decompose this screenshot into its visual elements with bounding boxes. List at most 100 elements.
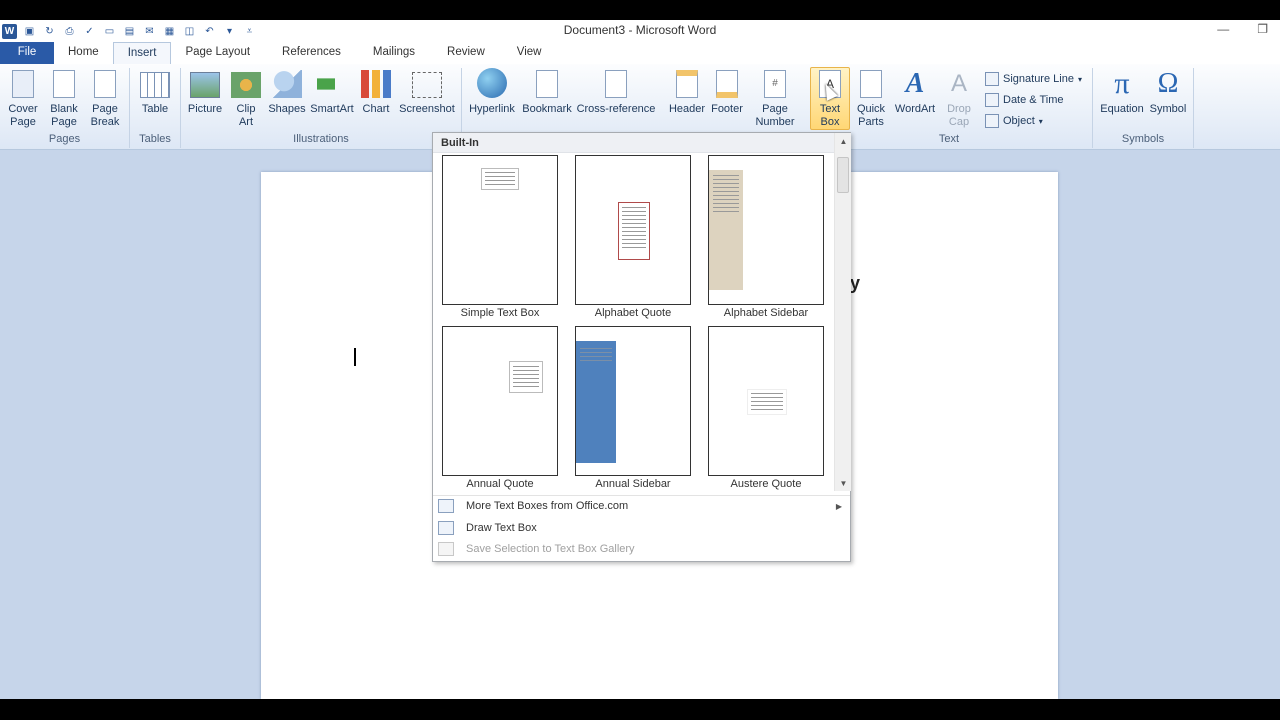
symbol-icon: Ω: [1157, 68, 1179, 99]
symbol-button[interactable]: Ω Symbol: [1148, 68, 1188, 116]
save-selection-menu-item[interactable]: Save Selection to Text Box Gallery: [433, 538, 850, 559]
scroll-up-icon[interactable]: ▲: [835, 133, 852, 149]
group-label-symbols: Symbols: [1121, 133, 1165, 145]
blank-page-icon: [53, 70, 75, 98]
gallery-item-label: Alphabet Sidebar: [723, 307, 809, 319]
smartart-button[interactable]: SmartArt: [309, 68, 355, 116]
blank-page-button[interactable]: Blank Page: [47, 68, 81, 129]
draw-text-box-menu-item[interactable]: Draw Text Box: [433, 517, 850, 538]
header-icon: [676, 70, 698, 98]
cross-reference-button[interactable]: Cross-reference: [576, 68, 656, 116]
quick-parts-button[interactable]: Quick Parts: [852, 68, 890, 129]
page-break-icon: [94, 70, 116, 98]
group-label-illustrations: Illustrations: [293, 133, 349, 145]
table-icon: [140, 72, 170, 98]
gallery-item-simple-text-box[interactable]: [442, 155, 558, 305]
gallery-item-label: Annual Sidebar: [595, 478, 671, 490]
shapes-icon: [272, 70, 302, 98]
smartart-icon: [317, 70, 347, 98]
title-bar: W ▣ ↻ ⎙ ✓ ▭ ▤ ✉ ▦ ◫ ↶ ▾ ⩡ Document3 - Mi…: [0, 20, 1280, 42]
drop-cap-icon: A: [950, 70, 967, 97]
tab-insert[interactable]: Insert: [112, 42, 172, 64]
screenshot-button[interactable]: Screenshot: [398, 68, 456, 116]
screen-top-border: [0, 0, 1280, 20]
header-button[interactable]: Header: [668, 68, 706, 116]
thumbnail-preview: [576, 341, 616, 463]
signature-line-icon: [985, 72, 999, 86]
picture-icon: [190, 72, 220, 98]
cover-page-icon: [12, 70, 34, 98]
save-selection-icon: [438, 541, 454, 556]
footer-icon: [716, 70, 738, 98]
bookmark-icon: [536, 70, 558, 98]
object-button[interactable]: Object ▾: [985, 114, 1043, 128]
bookmark-button[interactable]: Bookmark: [521, 68, 573, 116]
tab-file[interactable]: File: [0, 42, 54, 64]
text-box-gallery: Built-In Simple Text Box Alphabet Quote …: [432, 132, 851, 562]
gallery-section-header: Built-In: [433, 133, 838, 153]
object-icon: [985, 114, 999, 128]
window-title: Document3 - Microsoft Word: [563, 23, 717, 37]
ribbon-tabs: File Home Insert Page Layout References …: [0, 42, 1280, 64]
screenshot-icon: [412, 72, 442, 98]
thumbnail-preview: [747, 389, 787, 415]
gallery-item-annual-sidebar[interactable]: [575, 326, 691, 476]
draw-text-box-icon: [438, 520, 454, 535]
thumbnail-preview: [709, 170, 743, 290]
thumbnail-preview: [509, 361, 543, 393]
page-number-button[interactable]: # Page Number: [750, 68, 800, 129]
signature-line-button[interactable]: Signature Line ▾: [985, 72, 1082, 86]
tab-review[interactable]: Review: [429, 42, 499, 64]
group-label-pages: Pages: [48, 133, 81, 145]
tab-home[interactable]: Home: [54, 42, 113, 64]
gallery-item-austere-quote[interactable]: [708, 326, 824, 476]
date-time-icon: [985, 93, 999, 107]
more-text-boxes-menu-item[interactable]: More Text Boxes from Office.com ▶: [433, 495, 850, 516]
hyperlink-icon: [477, 68, 507, 98]
gallery-item-label: Alphabet Quote: [594, 307, 672, 319]
gallery-item-alphabet-sidebar[interactable]: [708, 155, 824, 305]
gallery-item-annual-quote[interactable]: [442, 326, 558, 476]
chevron-down-icon: ▾: [1077, 74, 1082, 84]
drop-cap-button[interactable]: A Drop Cap: [942, 68, 976, 129]
table-button[interactable]: Table: [138, 68, 172, 116]
date-time-button[interactable]: Date & Time: [985, 93, 1064, 107]
group-label-text: Text: [938, 133, 960, 145]
clip-art-button[interactable]: Clip Art: [231, 68, 261, 129]
gallery-scrollbar[interactable]: ▲ ▼: [834, 133, 851, 491]
wordart-button[interactable]: A WordArt: [892, 68, 938, 116]
cover-page-button[interactable]: Cover Page: [5, 68, 41, 129]
cross-reference-icon: [605, 70, 627, 98]
chevron-down-icon: ▾: [1038, 116, 1043, 126]
thumbnail-preview: [618, 202, 650, 260]
gallery-item-label: Simple Text Box: [460, 307, 540, 319]
gallery-item-alphabet-quote[interactable]: [575, 155, 691, 305]
hyperlink-button[interactable]: Hyperlink: [466, 68, 518, 116]
shapes-button[interactable]: Shapes: [268, 68, 306, 116]
footer-button[interactable]: Footer: [708, 68, 746, 116]
picture-button[interactable]: Picture: [186, 68, 224, 116]
chart-button[interactable]: Chart: [359, 68, 393, 116]
tab-page-layout[interactable]: Page Layout: [171, 42, 264, 64]
group-separator: [1193, 68, 1194, 148]
scroll-down-icon[interactable]: ▼: [835, 475, 852, 491]
quick-parts-icon: [860, 70, 882, 98]
document-text-fragment: y: [850, 273, 861, 293]
gallery-item-label: Austere Quote: [730, 478, 802, 490]
text-cursor: [354, 348, 356, 366]
tab-references[interactable]: References: [264, 42, 355, 64]
restore-button[interactable]: ❐: [1257, 22, 1268, 36]
office-online-icon: [438, 499, 454, 513]
tab-view[interactable]: View: [499, 42, 556, 64]
equation-icon: π: [1114, 67, 1130, 100]
page-break-button[interactable]: Page Break: [88, 68, 122, 129]
chart-icon: [361, 70, 391, 98]
equation-button[interactable]: π Equation: [1098, 68, 1146, 116]
group-label-tables: Tables: [139, 133, 171, 145]
wordart-icon: A: [905, 68, 925, 99]
minimize-button[interactable]: —: [1217, 22, 1229, 36]
window-controls: — ❐: [1217, 22, 1268, 36]
submenu-arrow-icon: ▶: [835, 501, 842, 511]
tab-mailings[interactable]: Mailings: [355, 42, 429, 64]
scrollbar-thumb[interactable]: [837, 157, 849, 193]
